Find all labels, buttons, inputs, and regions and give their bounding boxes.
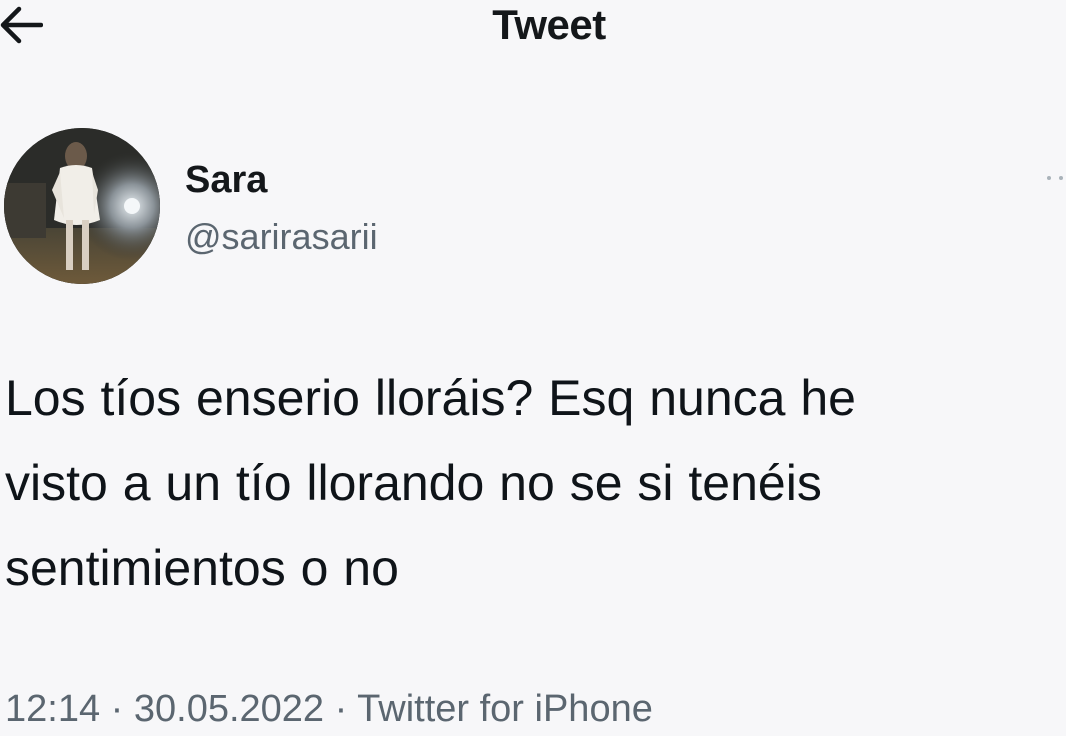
author-name[interactable]: Sara (185, 158, 267, 202)
separator: · (334, 688, 348, 730)
more-options-button[interactable] (1044, 168, 1066, 188)
author-handle[interactable]: @sarirasarii (185, 215, 378, 259)
avatar[interactable] (4, 128, 160, 284)
tweet-time: 12:14 (5, 688, 101, 730)
tweet-date: 30.05.2022 (133, 688, 325, 730)
top-bar: Tweet (0, 0, 1066, 60)
more-options-icon (1047, 176, 1063, 180)
avatar-photo (4, 128, 160, 284)
separator: · (110, 688, 124, 730)
tweet-text: Los tíos enserio lloráis? Esq nunca he v… (5, 370, 856, 596)
page-title: Tweet (492, 1, 606, 48)
tweet-source-link[interactable]: Twitter for iPhone (357, 688, 653, 730)
tweet-metadata: 12:14 · 30.05.2022 · Twitter for iPhone (5, 684, 653, 734)
